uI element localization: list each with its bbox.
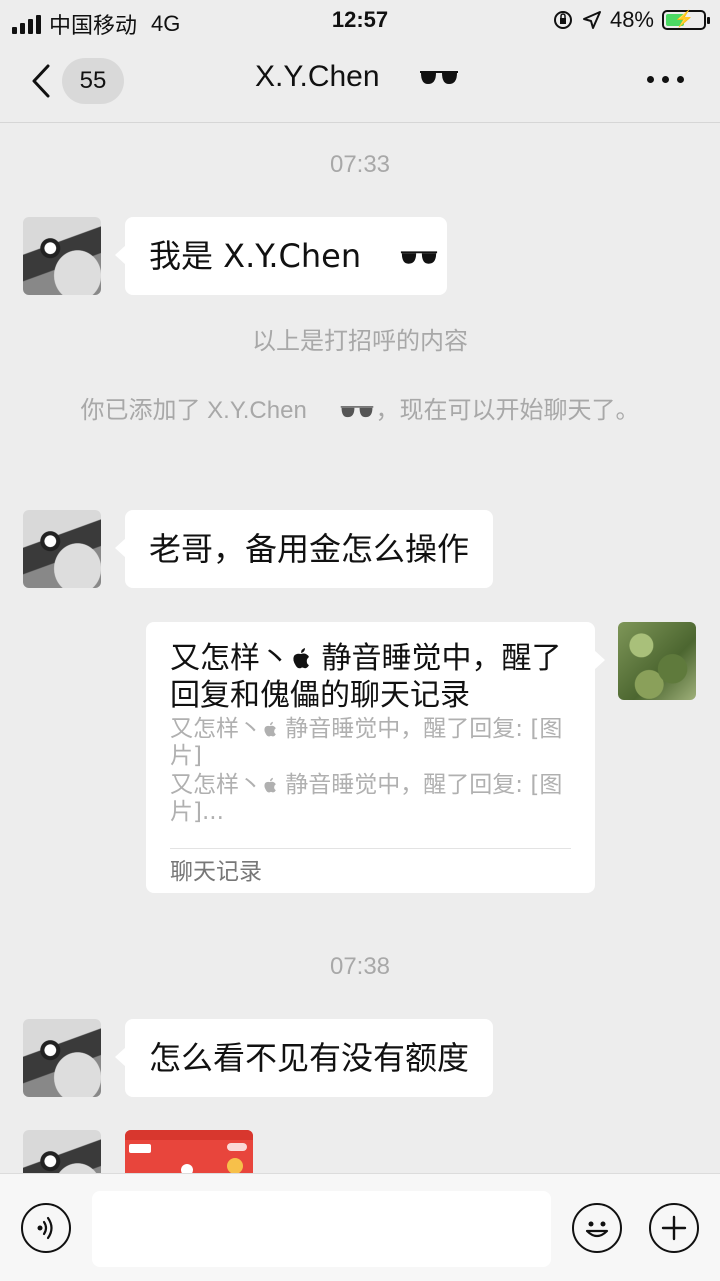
chat-history-line: 又怎样丶 静音睡觉中，醒了回复: [图片] [170,716,571,770]
chat-history-line-text: 又怎样丶 [170,716,262,742]
message-input[interactable] [92,1191,551,1267]
contact-avatar[interactable] [23,217,101,295]
sunglasses-icon [341,405,374,417]
chat-title: X.Y.Chen [255,60,460,94]
unread-count-badge[interactable]: 55 [62,58,124,104]
plus-icon[interactable] [649,1203,699,1253]
message-text: 我是 X.Y.Chen [149,237,362,275]
message-bubble[interactable]: 怎么看不见有没有额度 [114,1019,494,1097]
image-message[interactable] [125,1130,253,1173]
timestamp: 07:33 [329,151,391,178]
message-bubble[interactable]: 我是 X.Y.Chen [115,217,447,295]
battery-percent: 48% [609,7,654,32]
system-notice-text: 你已添加了 X.Y.Chen [80,397,307,424]
system-notice: 以上是打招呼的内容 [252,328,468,355]
message-text: 怎么看不见有没有额度 [149,1039,470,1077]
chat-history-line: 又怎样丶 静音睡觉中，醒了回复: [图片]... [170,772,571,826]
my-avatar[interactable] [618,622,696,700]
message-bubble[interactable]: 老哥，备用金怎么操作 [114,510,494,588]
orientation-lock-icon [553,11,572,29]
chat-history-card[interactable]: 又怎样丶 静音睡觉中，醒了回复和傀儡的聊天记录 又怎样丶 静音睡觉中，醒了回复:… [146,622,605,893]
contact-avatar[interactable] [23,1019,101,1097]
system-notice-text: ，现在可以开始聊天了。 [375,397,640,424]
contact-avatar[interactable] [23,1130,101,1173]
voice-icon[interactable] [21,1203,71,1253]
emoji-icon[interactable] [572,1203,622,1253]
input-bar [0,1173,720,1281]
sunglasses-icon [419,71,458,85]
apple-icon [293,648,309,669]
apple-icon [264,721,276,737]
chevron-left-icon[interactable] [28,62,58,100]
chat-header: 55 X.Y.Chen [0,40,720,123]
apple-icon [264,777,276,793]
system-notice-added: 你已添加了 X.Y.Chen ，现在可以开始聊天了。 [70,389,650,433]
message-text: 老哥，备用金怎么操作 [149,530,470,568]
chat-history-footer: 聊天记录 [170,848,571,893]
sunglasses-icon [401,251,438,264]
more-dots-icon[interactable] [647,76,684,83]
contact-avatar[interactable] [23,510,101,588]
battery-charging-icon: ⚡ [662,10,710,30]
location-icon [582,11,601,29]
contact-name: X.Y.Chen [255,60,380,93]
message-list[interactable]: 07:33 我是 X.Y.Chen 以上是打招呼的内容 你已添加了 X.Y.Ch… [0,123,720,1173]
status-bar: 中国移动 4G 12:57 48% ⚡ [0,0,720,40]
chat-history-line-text: 又怎样丶 [170,772,262,798]
chat-history-title: 又怎样丶 静音睡觉中，醒了回复和傀儡的聊天记录 [170,640,571,714]
chat-history-title-text: 又怎样丶 [170,641,290,676]
timestamp: 07:38 [329,953,391,980]
